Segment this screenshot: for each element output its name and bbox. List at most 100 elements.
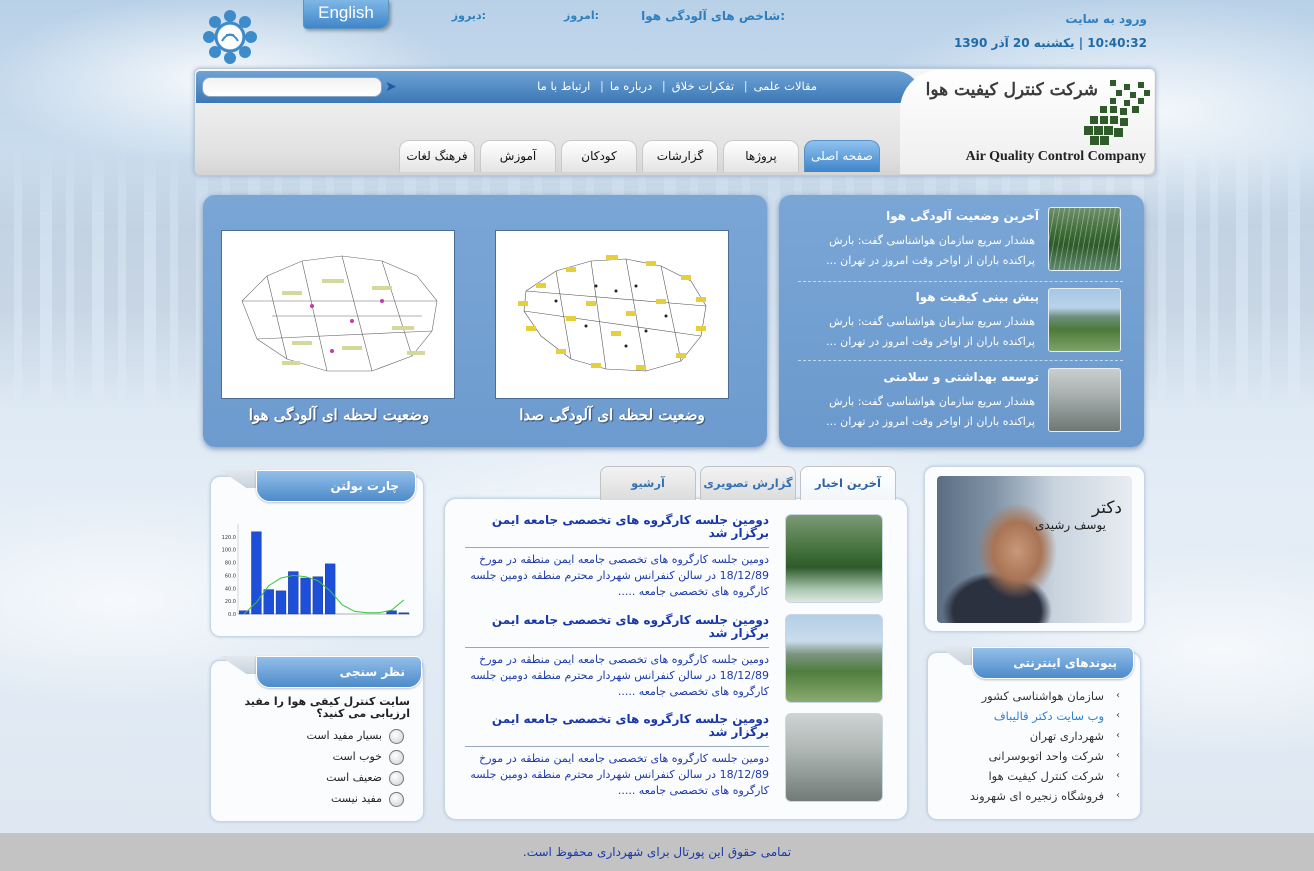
poll-header: نظر سنجی	[256, 656, 422, 688]
news-summary: دومین جلسه کارگروه های تخصصی جامعه ایمن …	[470, 752, 769, 797]
featured-news-item[interactable]: پیش بینی کیفیت هوا هشدار سریع سازمان هوا…	[797, 288, 1123, 363]
featured-news-item[interactable]: آخرین وضعیت آلودگی هوا هشدار سریع سازمان…	[797, 207, 1123, 282]
toplink-creative[interactable]: تفکرات خلاق	[672, 79, 734, 93]
rain-thumbnail	[1048, 207, 1121, 271]
link-item[interactable]: ‹ شهرداری تهران	[930, 726, 1120, 746]
poll-option[interactable]: خوب است	[280, 749, 404, 767]
poll-option[interactable]: ضعیف است	[280, 770, 404, 788]
doctor-title: دکتر	[1091, 498, 1122, 518]
chevron-left-icon: ‹	[1116, 750, 1120, 761]
divider	[465, 746, 769, 747]
featured-news-title[interactable]: آخرین وضعیت آلودگی هوا	[799, 209, 1039, 223]
pollution-index-label: شاخص های آلودگی هوا:	[641, 9, 785, 23]
chart-bar	[312, 576, 323, 615]
tab-reports[interactable]: گزارشات	[642, 140, 718, 172]
search-input[interactable]	[202, 77, 382, 97]
company-pixel-logo-icon	[1084, 80, 1150, 145]
featured-news-title[interactable]: پیش بینی کیفیت هوا	[799, 290, 1039, 304]
news-item[interactable]: دومین جلسه کارگروه های تخصصی جامعه ایمن …	[463, 713, 883, 805]
doctor-name: یوسف رشیدی	[1035, 518, 1106, 532]
links-header: پیوندهای اینترنتی	[972, 647, 1134, 679]
divider	[798, 281, 1123, 282]
noise-map-image	[518, 255, 707, 372]
toplink-articles[interactable]: مقالات علمی	[754, 79, 817, 93]
y-tick-label: 80.0	[225, 561, 236, 567]
tab-home[interactable]: صفحه اصلی	[804, 140, 880, 172]
toplink-about[interactable]: درباره ما	[610, 79, 652, 93]
chart-bar	[324, 563, 336, 615]
poll-option[interactable]: مفید نیست	[280, 791, 404, 809]
link-item[interactable]: ‹ سازمان هواشناسی کشور	[930, 686, 1120, 706]
chart-bar	[300, 577, 311, 615]
bulletin-header: چارت بولتن	[256, 470, 416, 502]
main-tabs: صفحه اصلی پروژها گزارشات کودکان آموزش فر…	[398, 140, 882, 172]
radio-button[interactable]	[389, 771, 404, 786]
bulletin-chart[interactable]: 0.0 20.0 40.0 60.0 80.0 100.0 120.0	[218, 520, 414, 620]
chevron-left-icon: ‹	[1116, 790, 1120, 801]
news-item[interactable]: دومین جلسه کارگروه های تخصصی جامعه ایمن …	[463, 614, 883, 706]
y-tick-label: 100.0	[222, 548, 236, 554]
radio-button[interactable]	[389, 750, 404, 765]
smog-traffic-thumbnail	[1048, 368, 1121, 432]
today-label: امروز:	[564, 9, 599, 22]
smog-traffic-thumbnail	[785, 713, 883, 802]
featured-news-title[interactable]: توسعه بهداشتی و سلامتی	[799, 370, 1039, 384]
city-park-thumbnail	[785, 614, 883, 703]
municipality-logo-icon	[203, 10, 257, 64]
divider	[465, 647, 769, 648]
tab-kids[interactable]: کودکان	[561, 140, 637, 172]
date-time: 10:40:32 | یکشنبه 20 آذر 1390	[953, 36, 1147, 50]
y-tick-label: 120.0	[222, 535, 236, 541]
company-name-en: Air Quality Control Company	[965, 149, 1146, 164]
featured-news-text: هشدار سریع سازمان هواشناسی گفت: بارش پرا…	[826, 395, 1035, 428]
tab-education[interactable]: آموزش	[480, 140, 556, 172]
news-summary: دومین جلسه کارگروه های تخصصی جامعه ایمن …	[470, 653, 769, 698]
y-tick-label: 40.0	[225, 586, 236, 592]
air-pollution-map[interactable]	[221, 230, 455, 399]
login-link[interactable]: ورود به سایت	[1020, 12, 1147, 26]
divider	[465, 547, 769, 548]
rain-thumbnail	[785, 514, 883, 603]
doctor-photo[interactable]: دکتر یوسف رشیدی	[937, 476, 1132, 623]
link-item[interactable]: ‹ شرکت واحد اتوبوسرانی	[930, 746, 1120, 766]
poll-option[interactable]: بسیار مفید است	[280, 728, 404, 746]
tab-glossary[interactable]: فرهنگ لغات	[399, 140, 475, 172]
link-item[interactable]: ‹ فروشگاه زنجیره ای شهروند	[930, 786, 1120, 806]
links-list: ‹ سازمان هواشناسی کشور ‹ وب سایت دکتر قالی…	[930, 686, 1120, 806]
tab-photo-report[interactable]: گزارش تصویری	[700, 466, 796, 500]
tab-latest-news[interactable]: آخرین اخبار	[800, 466, 896, 500]
chevron-left-icon: ‹	[1116, 710, 1120, 721]
yesterday-label: دیروز:	[451, 9, 486, 22]
radio-button[interactable]	[389, 792, 404, 807]
chart-bar	[288, 571, 299, 615]
divider	[798, 360, 1123, 361]
news-tabs: آخرین اخبار گزارش تصویری آرشیو	[600, 466, 900, 500]
chevron-left-icon: ‹	[1116, 730, 1120, 741]
y-tick-label: 60.0	[225, 573, 236, 579]
noise-map-caption[interactable]: وضعیت لحظه ای آلودگی صدا	[487, 406, 737, 424]
news-title[interactable]: دومین جلسه کارگروه های تخصصی جامعه ایمن …	[489, 514, 769, 540]
footer-copyright: تمامی حقوق این پورتال برای شهرداری محفوظ…	[522, 845, 792, 859]
top-links: مقالات علمی| تفکرات خلاق| درباره ما| ارت…	[537, 79, 817, 93]
chart-bar	[263, 589, 274, 615]
chart-bar	[275, 590, 287, 615]
news-summary: دومین جلسه کارگروه های تخصصی جامعه ایمن …	[470, 553, 769, 598]
featured-news-text: هشدار سریع سازمان هواشناسی گفت: بارش پرا…	[826, 315, 1035, 348]
link-item[interactable]: ‹ شرکت کنترل کیفیت هوا	[930, 766, 1120, 786]
featured-news-text: هشدار سریع سازمان هواشناسی گفت: بارش پرا…	[826, 234, 1035, 267]
news-title[interactable]: دومین جلسه کارگروه های تخصصی جامعه ایمن …	[489, 713, 769, 739]
news-item[interactable]: دومین جلسه کارگروه های تخصصی جامعه ایمن …	[463, 514, 883, 606]
chart-bar	[398, 612, 410, 615]
featured-news-item[interactable]: توسعه بهداشتی و سلامتی هشدار سریع سازمان…	[797, 368, 1123, 443]
news-title[interactable]: دومین جلسه کارگروه های تخصصی جامعه ایمن …	[489, 614, 769, 640]
search-go-icon[interactable]: ➤	[385, 80, 397, 94]
air-map-caption[interactable]: وضعیت لحظه ای آلودگی هوا	[214, 406, 464, 424]
link-item[interactable]: ‹ وب سایت دکتر قالیباف	[930, 706, 1120, 726]
tab-projects[interactable]: پروژها	[723, 140, 799, 172]
tab-archive[interactable]: آرشیو	[600, 466, 696, 500]
toplink-contact[interactable]: ارتباط با ما	[537, 79, 590, 93]
air-map-image	[241, 255, 438, 372]
noise-pollution-map[interactable]	[495, 230, 729, 399]
english-language-button[interactable]: English	[303, 0, 389, 29]
radio-button[interactable]	[389, 729, 404, 744]
